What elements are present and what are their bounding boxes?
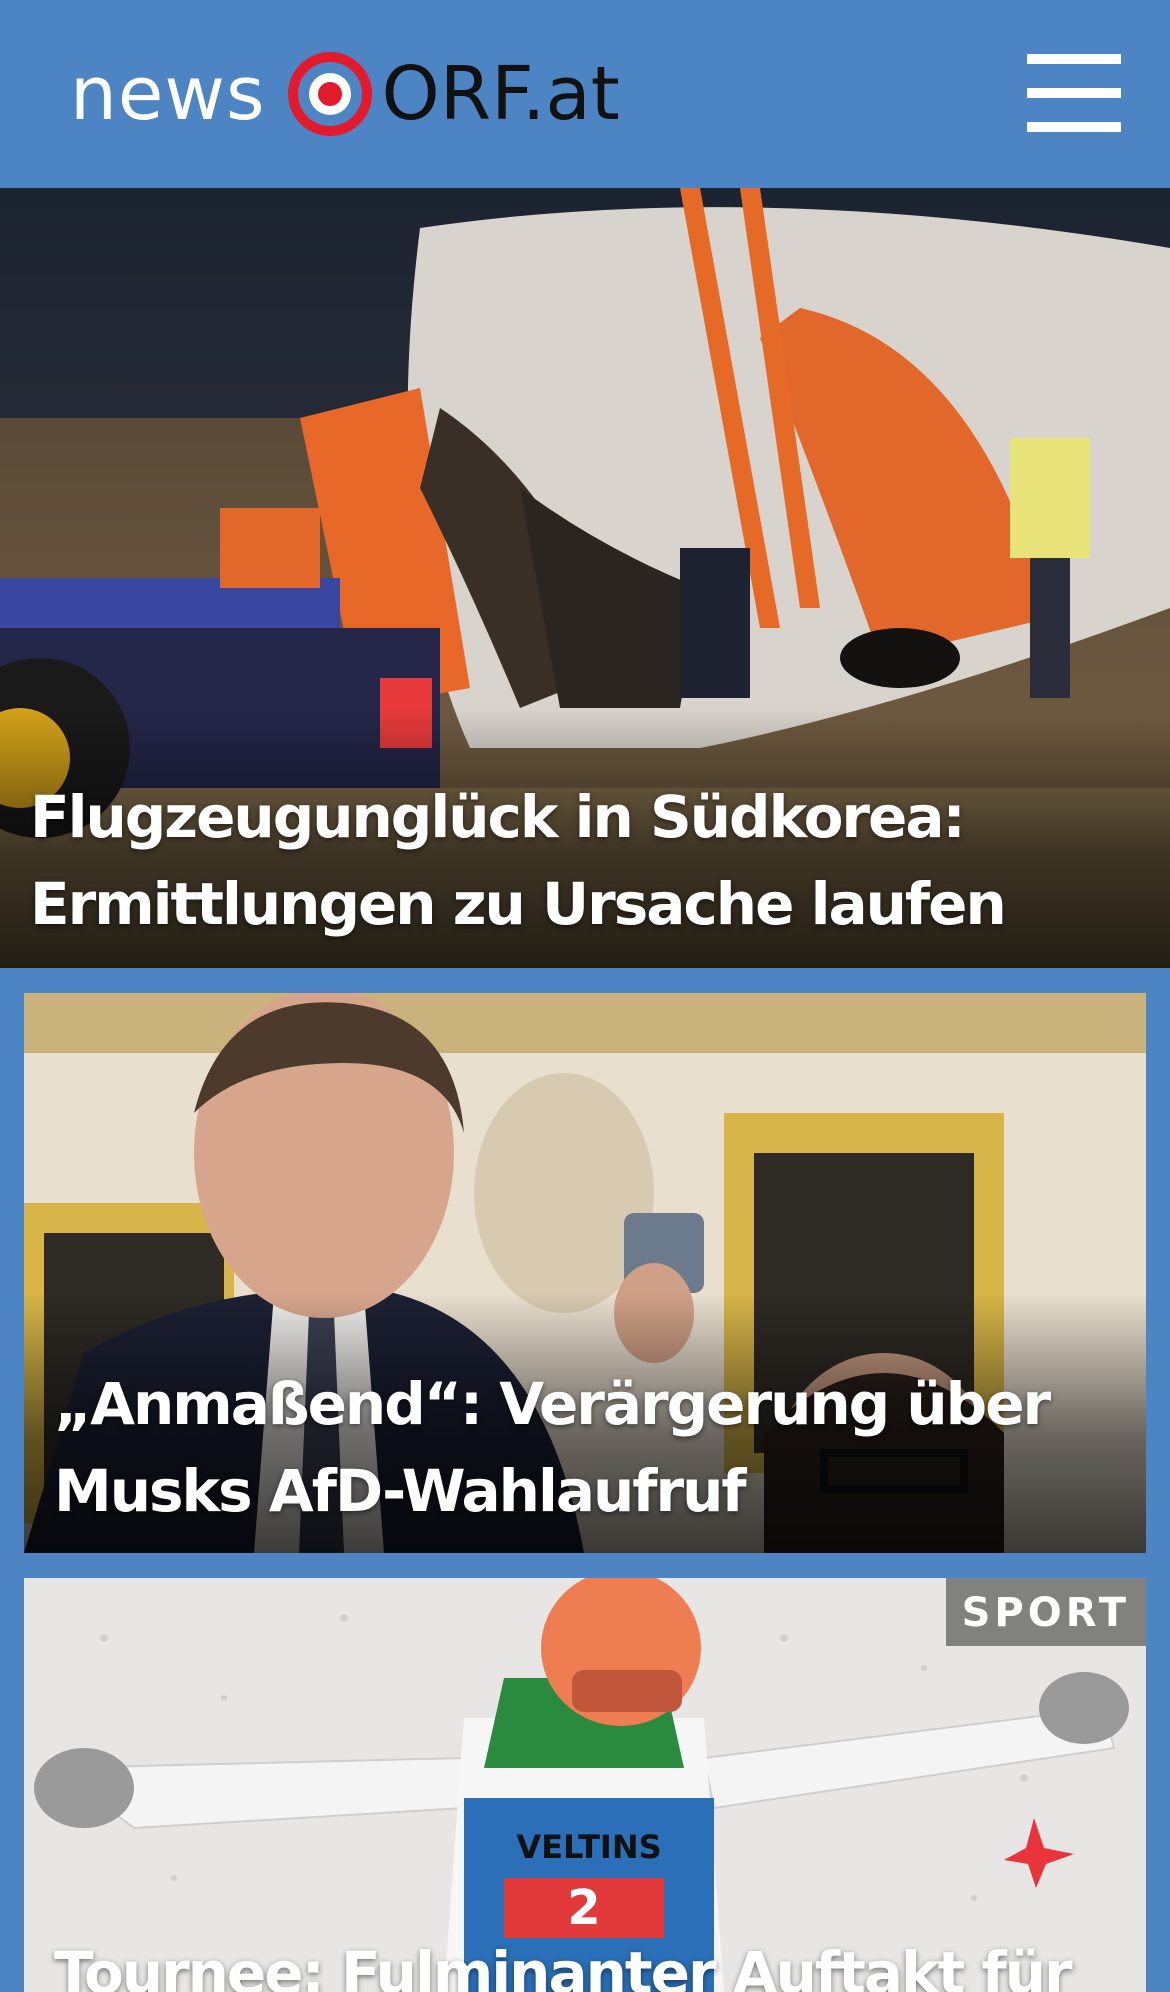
site-header: news ORF.at	[0, 0, 1170, 188]
story-card-ski-jump[interactable]: 2 VELTINS SPORT Tournee: Fulminanter Auf…	[24, 1578, 1146, 1992]
hamburger-menu-icon[interactable]	[1024, 50, 1124, 136]
svg-text:VELTINS: VELTINS	[516, 1828, 661, 1866]
logo-orf-text: ORF.at	[381, 51, 620, 137]
story-headline[interactable]: „Anmaßend“: Verärgerung über Musks AfD-W…	[54, 1361, 1116, 1535]
news-orf-logo[interactable]: news ORF.at	[70, 48, 620, 140]
svg-text:2: 2	[567, 1880, 600, 1936]
story-card-plane-crash[interactable]: Flugzeugunglück in Südkorea: Ermittlunge…	[0, 188, 1170, 968]
story-card-musk-afd[interactable]: „Anmaßend“: Verärgerung über Musks AfD-W…	[24, 993, 1146, 1553]
orf-target-icon	[287, 52, 372, 136]
story-headline[interactable]: Flugzeugunglück in Südkorea: Ermittlunge…	[30, 774, 1140, 948]
logo-news-text: news	[70, 51, 266, 137]
sport-category-badge: SPORT	[945, 1578, 1146, 1646]
story-headline[interactable]: Tournee: Fulminanter Auftakt für	[54, 1930, 1116, 1992]
